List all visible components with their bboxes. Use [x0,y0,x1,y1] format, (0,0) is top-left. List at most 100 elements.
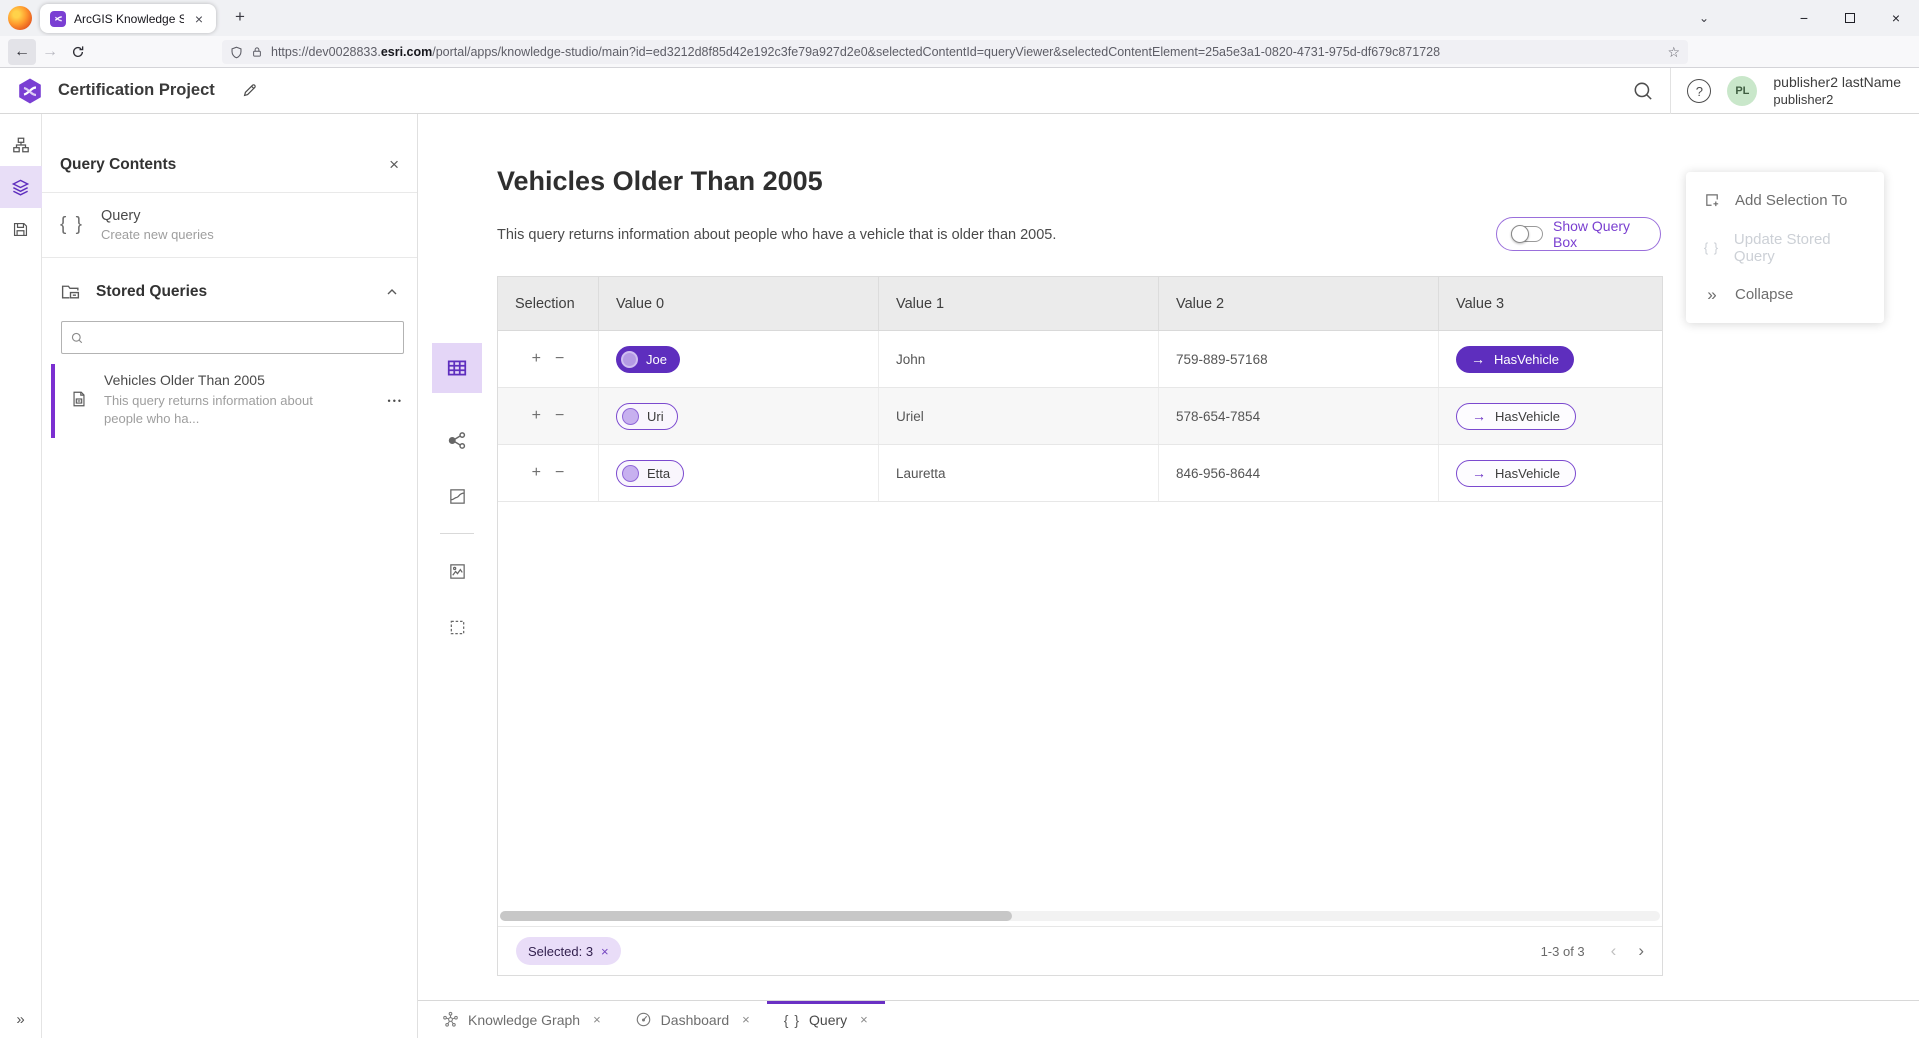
page-title: Vehicles Older Than 2005 [497,166,823,197]
stored-query-item[interactable]: Vehicles Older Than 2005 This query retu… [42,364,417,438]
panel-title: Query Contents [60,156,389,174]
window-maximize-button[interactable] [1827,0,1873,36]
select-area-icon[interactable] [432,602,482,652]
column-header-selection: Selection [498,277,599,330]
entity-dot-icon [622,408,639,425]
query-item-subtitle: Create new queries [101,227,214,242]
sidebar-item-model-icon[interactable] [0,124,42,166]
toggle-label: Show Query Box [1553,218,1646,250]
relationship-pill[interactable]: →HasVehicle [1456,460,1576,487]
lock-icon[interactable] [251,46,263,58]
actions-menu: Add Selection To { } Update Stored Query… [1686,172,1884,323]
link-chart-view-icon[interactable] [432,415,482,465]
view-toolbar [432,343,482,652]
entity-pill[interactable]: Joe [616,346,680,373]
user-name: publisher2 lastName [1773,74,1901,92]
cell-value2: 759-889-57168 [1159,331,1439,387]
stored-query-description: This query returns information about peo… [104,392,329,428]
window-close-button[interactable]: × [1873,0,1919,36]
tab-knowledge-graph[interactable]: Knowledge Graph × [425,1001,618,1038]
previous-page-icon[interactable]: ‹ [1611,941,1617,961]
user-avatar[interactable]: PL [1727,76,1757,106]
add-selection-icon [1702,192,1722,209]
browser-tab-title: ArcGIS Knowledge Studio [74,12,184,26]
relationship-pill[interactable]: →HasVehicle [1456,403,1576,430]
entity-pill[interactable]: Uri [616,403,678,430]
image-view-icon[interactable] [432,546,482,596]
cell-value2: 578-654-7854 [1159,388,1439,444]
table-view-icon[interactable] [432,343,482,393]
entity-dot-icon [622,465,639,482]
menu-item-update-stored-query: { } Update Stored Query [1686,224,1884,271]
window-minimize-button[interactable]: − [1781,0,1827,36]
edit-title-pencil-icon[interactable] [241,82,258,99]
help-icon[interactable]: ? [1687,79,1711,103]
search-icon[interactable] [1632,80,1654,102]
remove-from-selection-button[interactable]: − [555,408,564,424]
query-item-title: Query [101,208,214,224]
reload-button[interactable] [64,39,92,65]
add-to-selection-button[interactable]: + [532,351,541,367]
map-view-icon[interactable] [432,471,482,521]
bottom-tab-bar: Knowledge Graph × Dashboard × { } Query … [418,1000,1919,1038]
collapse-chevrons-icon: » [1702,285,1722,305]
user-menu[interactable]: publisher2 lastName publisher2 [1773,74,1901,108]
tab-close-icon[interactable]: × [742,1012,750,1027]
clear-selection-icon[interactable]: × [601,944,609,959]
bookmark-star-icon[interactable]: ☆ [1667,44,1680,61]
toggle-switch [1511,226,1543,242]
collapse-section-chevron-icon[interactable] [385,285,399,299]
remove-from-selection-button[interactable]: − [555,351,564,367]
horizontal-scrollbar[interactable] [500,911,1660,921]
expand-rail-icon[interactable]: » [16,1011,24,1028]
app-header: Certification Project ? PL publisher2 la… [0,68,1919,114]
relationship-arrow-icon: → [1472,465,1486,481]
add-to-selection-button[interactable]: + [532,465,541,481]
column-header-value1: Value 1 [879,277,1159,330]
forward-button[interactable]: → [36,39,64,65]
stored-query-title: Vehicles Older Than 2005 [104,372,329,388]
header-divider [1670,68,1671,114]
stored-queries-search[interactable] [61,321,404,354]
stored-query-doc-icon [70,390,88,428]
relationship-arrow-icon: → [1471,351,1485,367]
menu-item-add-selection-to[interactable]: Add Selection To [1686,177,1884,224]
tab-dashboard[interactable]: Dashboard × [618,1001,767,1038]
knowledge-studio-logo-icon [16,77,44,105]
braces-icon: { } [1702,240,1721,255]
entity-pill[interactable]: Etta [616,460,684,487]
sidebar-item-save-icon[interactable] [0,208,42,250]
table-footer: Selected: 3 × 1-3 of 3 ‹ › [498,926,1662,975]
column-header-value3: Value 3 [1439,277,1662,330]
knowledge-graph-icon [442,1011,459,1028]
url-bar[interactable]: https://dev0028833.esri.com/portal/apps/… [222,40,1688,64]
menu-item-collapse[interactable]: » Collapse [1686,271,1884,318]
item-options-ellipsis-icon[interactable]: ••• [388,396,403,406]
back-button[interactable]: ← [8,39,36,65]
tab-close-icon[interactable]: × [192,11,206,27]
tracking-protection-shield-icon[interactable] [230,46,243,59]
stored-queries-header[interactable]: Stored Queries [42,258,417,315]
user-org: publisher2 [1773,92,1901,108]
browser-tab[interactable]: ArcGIS Knowledge Studio × [40,4,216,33]
entity-dot-icon [621,351,638,368]
sidebar-item-contents-icon[interactable] [0,166,42,208]
list-tabs-icon[interactable]: ⌄ [1689,0,1719,36]
firefox-icon[interactable] [8,6,32,30]
next-page-icon[interactable]: › [1638,941,1644,961]
tab-close-icon[interactable]: × [860,1012,868,1027]
add-to-selection-button[interactable]: + [532,408,541,424]
relationship-pill[interactable]: →HasVehicle [1456,346,1574,373]
tab-query[interactable]: { } Query × [767,1001,885,1038]
show-query-box-toggle[interactable]: Show Query Box [1496,217,1661,251]
scrollbar-thumb[interactable] [500,911,1012,921]
panel-close-icon[interactable]: × [389,155,399,175]
tab-close-icon[interactable]: × [593,1012,601,1027]
browser-tabstrip: ArcGIS Knowledge Studio × + ⌄ − × [0,0,1919,36]
search-input[interactable] [90,330,395,345]
table-header-row: Selection Value 0 Value 1 Value 2 Value … [498,277,1662,331]
remove-from-selection-button[interactable]: − [555,465,564,481]
new-tab-button[interactable]: + [228,7,252,29]
dashboard-gauge-icon [635,1011,652,1028]
new-query-item[interactable]: { } Query Create new queries [42,193,417,258]
